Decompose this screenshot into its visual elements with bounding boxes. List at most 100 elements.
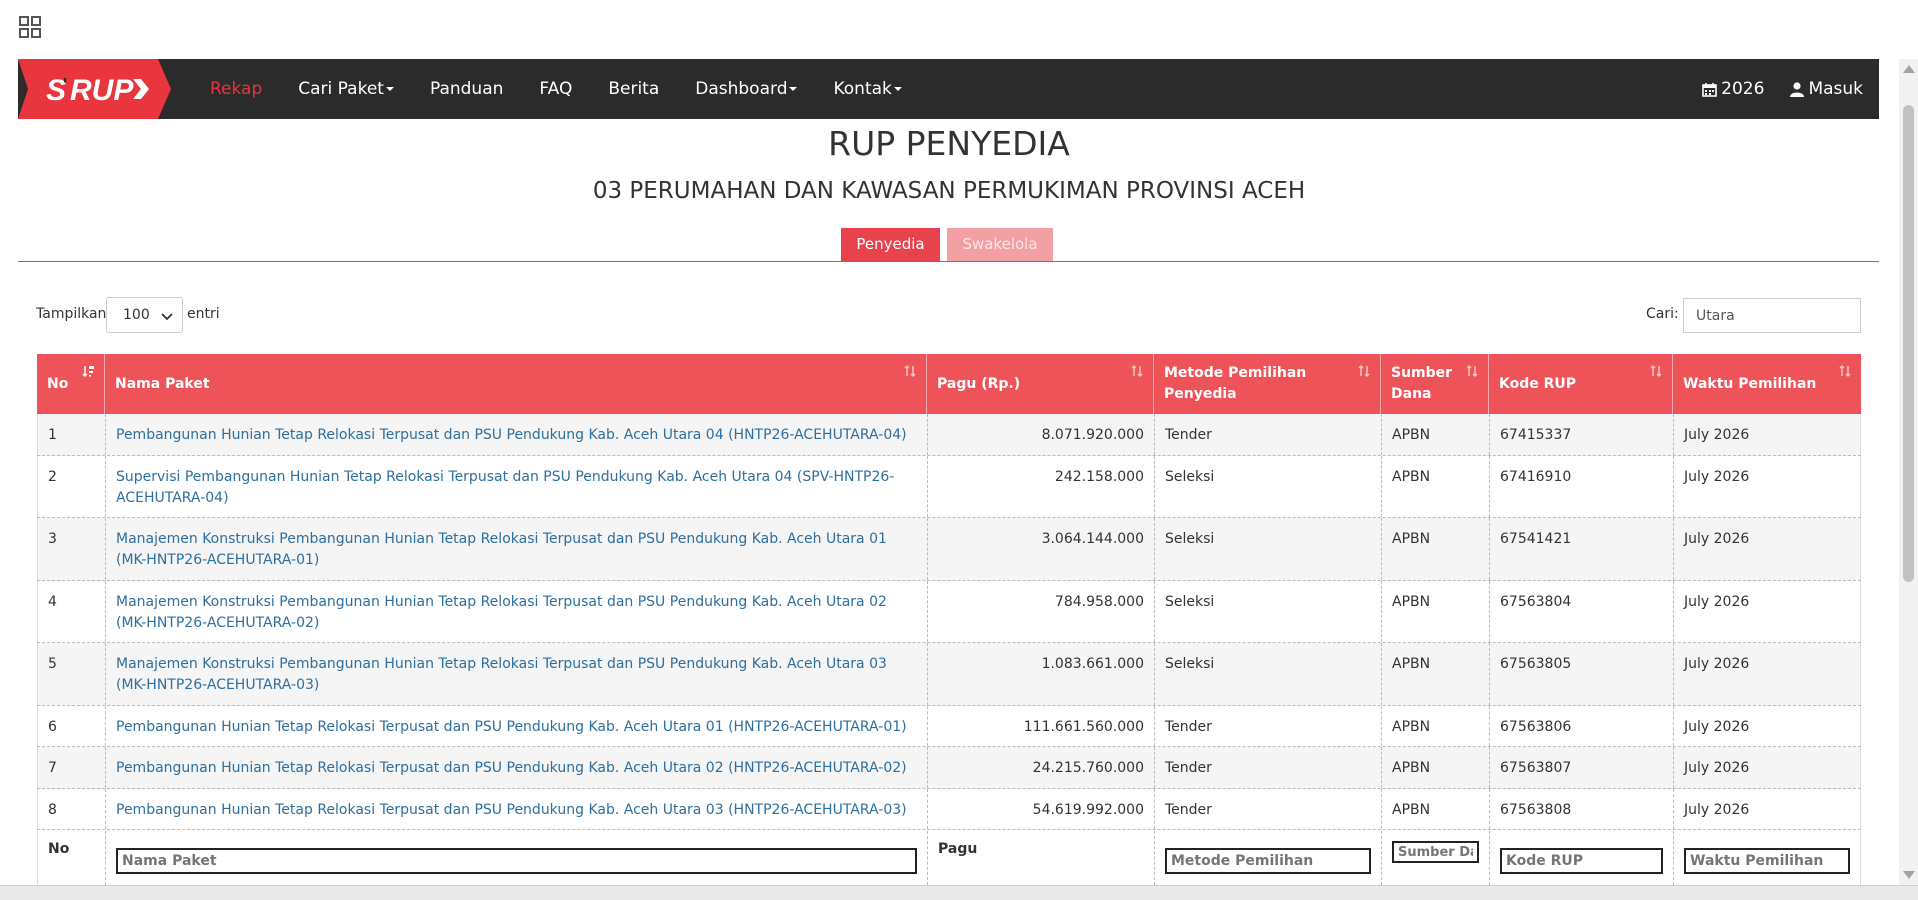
cell-sumber: APBN — [1381, 789, 1489, 829]
table-row: 3 Manajemen Konstruksi Pembangunan Hunia… — [37, 518, 1861, 581]
nav-right: 2026 Masuk — [1676, 59, 1863, 119]
column-header-metode[interactable]: Metode Pemilihan Penyedia — [1154, 354, 1381, 414]
footer-no: No — [37, 831, 105, 885]
tab-penyedia[interactable]: Penyedia — [841, 228, 940, 261]
cell-kode: 67416910 — [1489, 456, 1673, 517]
tab-swakelola[interactable]: Swakelola — [947, 228, 1053, 261]
cell-pagu: 1.083.661.000 — [927, 643, 1154, 705]
scroll-thumb[interactable] — [1903, 105, 1914, 582]
nav-item-berita[interactable]: Berita — [608, 79, 659, 99]
nav-menu: Rekap Cari Paket Panduan FAQ Berita Dash… — [210, 59, 938, 119]
length-suffix: entri — [187, 306, 220, 322]
table-row: 6 Pembangunan Hunian Tetap Relokasi Terp… — [37, 706, 1861, 747]
column-header-nama-paket[interactable]: Nama Paket — [105, 354, 927, 414]
apps-grid-icon[interactable] — [19, 16, 41, 38]
footer-waktu-cell — [1673, 831, 1861, 885]
filter-nama-paket-input[interactable] — [116, 848, 917, 874]
sirup-logo[interactable]: S ' RUP — [18, 59, 171, 119]
cell-no: 4 — [37, 581, 105, 642]
cell-sumber: APBN — [1381, 414, 1489, 455]
cell-waktu: July 2026 — [1673, 456, 1861, 517]
paket-link[interactable]: Pembangunan Hunian Tetap Relokasi Terpus… — [105, 789, 927, 829]
entries-select[interactable]: 100 — [106, 297, 183, 333]
login-link[interactable]: Masuk — [1790, 79, 1863, 99]
paket-link[interactable]: Manajemen Konstruksi Pembangunan Hunian … — [105, 643, 927, 705]
cell-kode: 67563806 — [1489, 706, 1673, 746]
cell-metode: Tender — [1154, 706, 1381, 746]
scroll-up-icon[interactable] — [1903, 65, 1915, 73]
page-subtitle: 03 PERUMAHAN DAN KAWASAN PERMUKIMAN PROV… — [592, 178, 1306, 204]
cell-waktu: July 2026 — [1673, 414, 1861, 455]
sort-icon — [1650, 364, 1662, 378]
cell-waktu: July 2026 — [1673, 518, 1861, 580]
table-row: 5 Manajemen Konstruksi Pembangunan Hunia… — [37, 643, 1861, 706]
cell-pagu: 8.071.920.000 — [927, 414, 1154, 455]
cell-metode: Tender — [1154, 414, 1381, 455]
cell-sumber: APBN — [1381, 581, 1489, 642]
paket-link[interactable]: Manajemen Konstruksi Pembangunan Hunian … — [105, 518, 927, 580]
paket-link[interactable]: Supervisi Pembangunan Hunian Tetap Relok… — [105, 456, 927, 517]
user-icon — [1790, 81, 1805, 97]
cell-sumber: APBN — [1381, 747, 1489, 788]
cell-pagu: 54.619.992.000 — [927, 789, 1154, 829]
table-header: No Nama Paket Pagu (Rp.) Metode Pemiliha… — [37, 354, 1861, 414]
paket-link[interactable]: Pembangunan Hunian Tetap Relokasi Terpus… — [105, 706, 927, 746]
nav-item-rekap[interactable]: Rekap — [210, 79, 262, 99]
filter-waktu-input[interactable] — [1684, 848, 1850, 874]
cell-metode: Seleksi — [1154, 581, 1381, 642]
tab-bar: Penyedia Swakelola — [18, 228, 1879, 262]
caret-down-icon — [385, 87, 394, 91]
year-selector[interactable]: 2026 — [1702, 79, 1764, 99]
svg-text:': ' — [63, 75, 67, 95]
scroll-down-icon[interactable] — [1903, 871, 1915, 879]
cell-metode: Seleksi — [1154, 518, 1381, 580]
header-label: Nama Paket — [115, 375, 210, 392]
header-label: Kode RUP — [1499, 375, 1577, 392]
cell-sumber: APBN — [1381, 456, 1489, 517]
nav-item-kontak[interactable]: Kontak — [833, 79, 902, 99]
sort-icon — [1839, 364, 1851, 378]
cell-no: 1 — [37, 414, 105, 455]
cell-pagu: 111.661.560.000 — [927, 706, 1154, 746]
cell-metode: Seleksi — [1154, 456, 1381, 517]
filter-sumber-dana-input[interactable] — [1392, 841, 1479, 863]
sort-icon — [1358, 364, 1370, 378]
table-row: 8 Pembangunan Hunian Tetap Relokasi Terp… — [37, 789, 1861, 830]
svg-text:RUP: RUP — [70, 74, 134, 107]
cell-no: 3 — [37, 518, 105, 580]
caret-down-icon — [893, 87, 902, 91]
cell-pagu: 24.215.760.000 — [927, 747, 1154, 788]
table-filter-row: No Pagu — [37, 831, 1861, 885]
column-header-no[interactable]: No — [37, 354, 105, 414]
page-scrollbar[interactable] — [1899, 59, 1918, 885]
filter-metode-input[interactable] — [1165, 848, 1371, 874]
paket-link[interactable]: Manajemen Konstruksi Pembangunan Hunian … — [105, 581, 927, 642]
nav-item-cari-paket[interactable]: Cari Paket — [298, 79, 394, 99]
nav-item-dashboard[interactable]: Dashboard — [695, 79, 798, 99]
cell-metode: Seleksi — [1154, 643, 1381, 705]
nav-item-panduan[interactable]: Panduan — [430, 79, 503, 99]
search-input[interactable] — [1683, 298, 1861, 333]
cell-waktu: July 2026 — [1673, 789, 1861, 829]
paket-link[interactable]: Pembangunan Hunian Tetap Relokasi Terpus… — [105, 747, 927, 788]
column-header-sumber-dana[interactable]: Sumber Dana — [1381, 354, 1489, 414]
cell-waktu: July 2026 — [1673, 706, 1861, 746]
header-label: Pagu (Rp.) — [937, 375, 1021, 392]
filter-kode-rup-input[interactable] — [1500, 848, 1663, 874]
sort-icon — [1466, 364, 1478, 378]
paket-link[interactable]: Pembangunan Hunian Tetap Relokasi Terpus… — [105, 414, 927, 455]
table-row: 4 Manajemen Konstruksi Pembangunan Hunia… — [37, 581, 1861, 643]
browser-top-strip — [0, 0, 1918, 59]
cell-metode: Tender — [1154, 747, 1381, 788]
column-header-pagu[interactable]: Pagu (Rp.) — [927, 354, 1154, 414]
column-header-kode-rup[interactable]: Kode RUP — [1489, 354, 1673, 414]
sort-active-icon — [82, 366, 94, 378]
main-navbar: S ' RUP Rekap Cari Paket Panduan FAQ Ber… — [18, 59, 1879, 119]
cell-pagu: 784.958.000 — [927, 581, 1154, 642]
header-label: Waktu Pemilihan — [1683, 375, 1817, 392]
entries-select-value: 100 — [123, 307, 150, 323]
cell-kode: 67563807 — [1489, 747, 1673, 788]
nav-item-faq[interactable]: FAQ — [539, 79, 572, 99]
chevron-down-icon — [161, 313, 173, 321]
column-header-waktu[interactable]: Waktu Pemilihan — [1673, 354, 1861, 414]
